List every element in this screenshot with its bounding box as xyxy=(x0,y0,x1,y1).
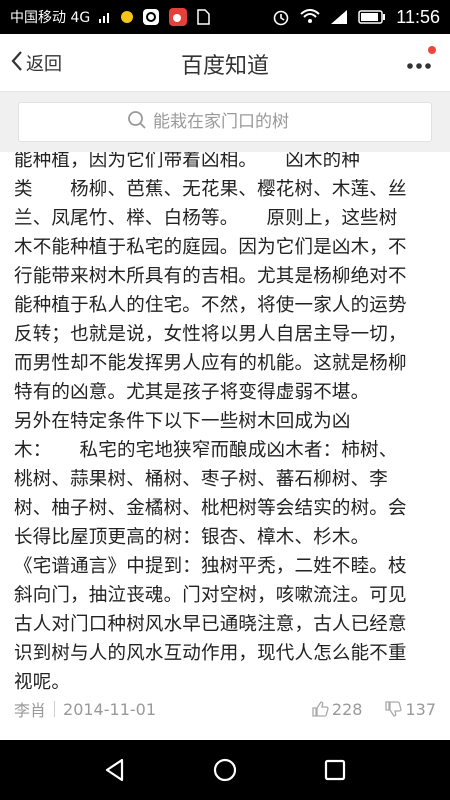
triangle-back-icon xyxy=(105,758,124,782)
nav-back-button[interactable] xyxy=(97,752,133,788)
answer-date: 2014-11-01 xyxy=(63,699,156,719)
thumbs-down-icon xyxy=(385,701,403,717)
answer-line: 古人对门口种树风水早已通晓注意，古人已经意 xyxy=(14,614,407,635)
dislike-button[interactable]: 137 xyxy=(384,700,436,719)
nav-home-button[interactable] xyxy=(207,752,243,788)
more-dots-icon xyxy=(407,63,431,69)
dislike-count: 137 xyxy=(405,699,436,719)
status-bar: 中国移动 4G 11:56 xyxy=(0,0,450,34)
answer-line: 兰、凤尾竹、榉、白杨等。 原则上，这些树 xyxy=(14,208,398,229)
answer-line: 能种植于私人的住宅。不然，将使一家人的运势 xyxy=(14,295,407,316)
answer-line: 《宅谱通言》中提到：独树平秃，二姓不睦。枝 xyxy=(14,556,407,577)
answer-meta: 李肖 2014-11-01 228 137 xyxy=(14,694,436,724)
divider xyxy=(54,701,56,717)
search-box[interactable] xyxy=(18,102,432,142)
like-count: 228 xyxy=(331,699,363,719)
network-bars-icon xyxy=(98,10,112,24)
clock: 11:56 xyxy=(396,6,440,27)
signal-icon xyxy=(330,9,348,25)
answer-line: 行能带来树木所具有的吉相。尤其是杨柳绝对不 xyxy=(14,266,407,287)
battery-icon xyxy=(358,10,386,24)
answer-line: 类 杨柳、芭蕉、无花果、樱花树、木莲、丝 xyxy=(14,179,407,200)
answer-line: 特有的凶意。尤其是孩子将变得虚弱不堪。 xyxy=(14,382,370,403)
answer-line: 木： 私宅的宅地狭窄而酿成凶木者：柿树、 xyxy=(14,440,398,461)
nav-recents-button[interactable] xyxy=(317,752,353,788)
answer-line: 斜向门，抽泣丧魂。门对空树，咳嗽流注。可见 xyxy=(14,585,407,606)
circle-home-icon xyxy=(213,758,237,782)
app-notification-icon xyxy=(142,8,160,26)
page-title: 百度知道 xyxy=(180,54,269,79)
answer-line: 视呢。 xyxy=(14,672,71,693)
alarm-icon xyxy=(272,8,290,26)
search-input[interactable] xyxy=(153,112,323,132)
answer-line: 识到树与人的风水互动作用，现代人怎么能不重 xyxy=(14,643,407,664)
notification-dot-icon xyxy=(120,10,134,24)
answer-text: 能种植，因为它们带着凶相。 凶木的种 类 杨柳、芭蕉、无花果、樱花树、木莲、丝 … xyxy=(14,152,439,697)
chevron-left-icon xyxy=(10,50,24,77)
answer-line: 而男性却不能发挥男人应有的机能。这就是杨柳 xyxy=(14,353,407,374)
thumbs-up-icon xyxy=(312,701,329,717)
answer-line: 桃树、蒜果树、桶树、枣子树、蕃石柳树、李 xyxy=(14,469,389,490)
like-button[interactable]: 228 xyxy=(311,699,363,719)
carrier-label: 中国移动 4G xyxy=(10,10,91,26)
sim-icon xyxy=(196,9,210,25)
search-bar xyxy=(0,92,450,152)
back-button[interactable]: 返回 xyxy=(10,48,62,78)
search-icon xyxy=(127,110,147,134)
square-recents-icon xyxy=(324,759,346,781)
answer-line: 树、柚子树、金橘树、枇杷树等会结实的树。会 xyxy=(14,498,407,519)
wifi-icon xyxy=(300,9,320,25)
answer-content: 能种植，因为它们带着凶相。 凶木的种 类 杨柳、芭蕉、无花果、樱花树、木莲、丝 … xyxy=(0,152,450,740)
answer-line: 木不能种植于私宅的庭园。因为它们是凶木，不 xyxy=(14,237,407,258)
author-name[interactable]: 李肖 xyxy=(14,697,46,721)
more-menu-button[interactable] xyxy=(404,46,436,76)
system-nav-bar xyxy=(0,740,450,800)
back-label: 返回 xyxy=(26,54,62,75)
answer-line: 能种植，因为它们带着凶相。 凶木的种 xyxy=(14,152,361,171)
answer-line: 另外在特定条件下以下一些树木回成为凶 xyxy=(14,411,351,432)
answer-line: 长得比屋顶更高的树：银杏、樟木、杉木。 xyxy=(14,527,370,548)
answer-line: 反转；也就是说，女性将以男人自居主导一切， xyxy=(14,324,407,345)
weibo-icon xyxy=(168,7,188,27)
app-header: 返回 百度知道 xyxy=(0,34,450,92)
unread-badge xyxy=(428,46,436,54)
